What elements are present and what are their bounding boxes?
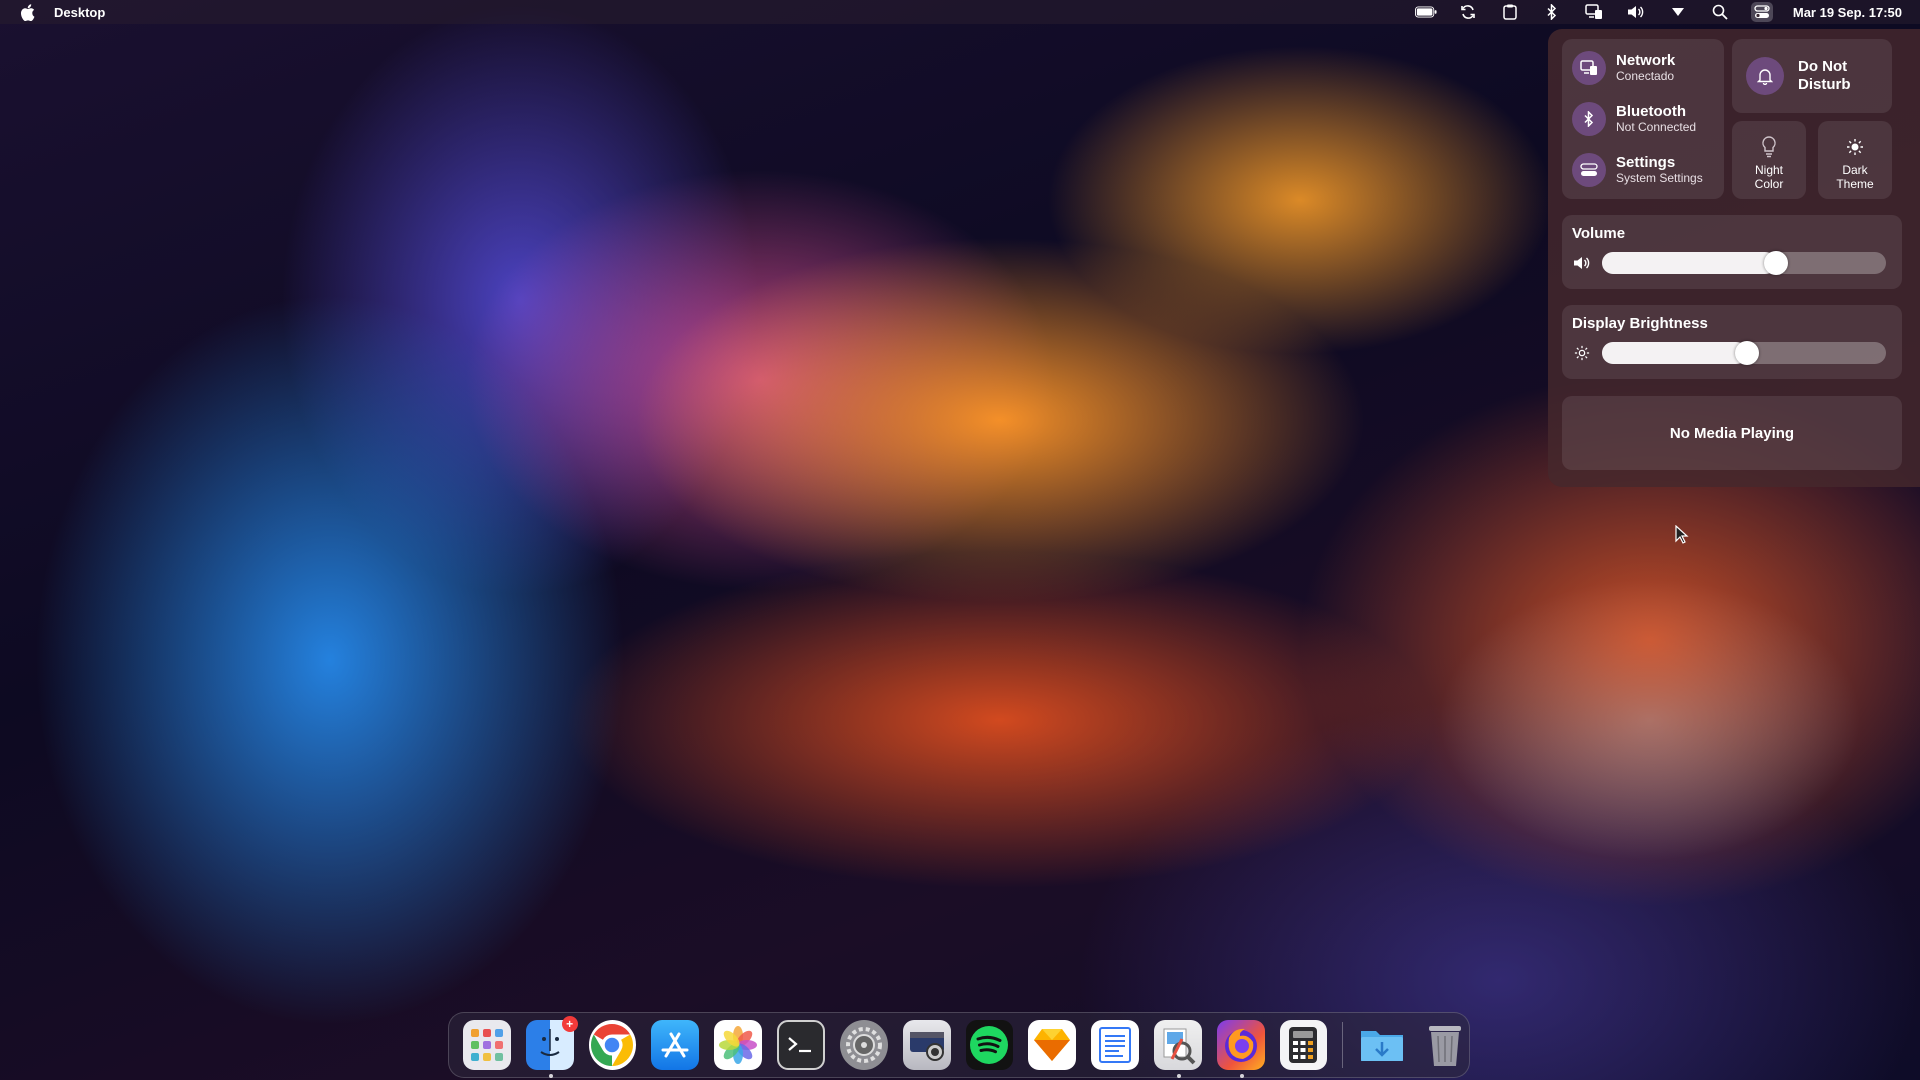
dock-firefox[interactable] [1216, 1020, 1265, 1078]
network-toggle[interactable]: Network Conectado [1572, 51, 1675, 85]
dock-photos[interactable] [714, 1020, 762, 1070]
media-card[interactable]: No Media Playing [1562, 396, 1902, 470]
photos-icon [719, 1026, 758, 1064]
bluetooth-toggle[interactable]: Bluetooth Not Connected [1572, 102, 1696, 136]
trash-icon [1428, 1026, 1461, 1066]
dock-finder[interactable]: + [525, 1016, 578, 1078]
calculator-icon [1289, 1027, 1318, 1063]
clipboard-icon[interactable] [1499, 2, 1521, 22]
dock-spotify[interactable] [965, 1020, 1014, 1070]
settings-toggle-icon [1572, 153, 1606, 187]
finder-badge: + [561, 1016, 578, 1032]
gear-icon [845, 1027, 882, 1063]
volume-icon[interactable] [1625, 2, 1647, 22]
settings-toggle[interactable]: Settings System Settings [1572, 153, 1703, 187]
preview-icon [1163, 1028, 1196, 1065]
brightness-slider-fill [1602, 342, 1747, 364]
dock: + [448, 1012, 1470, 1078]
brightness-slider[interactable] [1602, 341, 1886, 365]
camera-icon [909, 1032, 944, 1061]
active-app-name[interactable]: Desktop [54, 5, 105, 20]
diamond-icon [1034, 1029, 1071, 1061]
dock-textedit[interactable] [1091, 1020, 1139, 1070]
battery-icon[interactable] [1414, 2, 1437, 22]
network-title: Network [1616, 52, 1676, 69]
dock-launchpad[interactable] [463, 1020, 511, 1070]
running-indicator [1239, 1074, 1244, 1078]
sync-icon[interactable] [1457, 2, 1479, 22]
apple-menu-icon[interactable] [20, 3, 36, 21]
launchpad-icon [470, 1029, 503, 1061]
menubar-clock[interactable]: Mar 19 Sep. 17:50 [1793, 5, 1902, 20]
dock-calculator[interactable] [1279, 1020, 1328, 1070]
bluetooth-icon[interactable] [1541, 2, 1563, 22]
network-status: Conectado [1616, 69, 1675, 83]
volume-slider[interactable] [1602, 251, 1886, 275]
dock-preview[interactable] [1153, 1020, 1202, 1078]
bluetooth-icon [1572, 102, 1606, 136]
connectivity-card: Network Conectado Bluetooth Not Connecte… [1562, 39, 1724, 199]
brightness-icon [1846, 135, 1864, 159]
sun-icon[interactable] [1572, 343, 1592, 363]
finder-icon [540, 1029, 560, 1056]
dock-separator [1342, 1022, 1344, 1068]
dock-app-store[interactable] [651, 1020, 700, 1070]
dock-chrome[interactable] [588, 1020, 637, 1070]
bluetooth-status: Not Connected [1616, 120, 1697, 134]
running-indicator [1176, 1074, 1181, 1078]
dock-screenshot[interactable] [902, 1020, 951, 1070]
control-center-icon[interactable] [1750, 2, 1773, 22]
volume-icon[interactable] [1572, 253, 1592, 273]
do-not-disturb-button[interactable]: Do Not Disturb [1732, 39, 1892, 113]
settings-subtitle: System Settings [1616, 171, 1703, 185]
dnd-label: Do Not Disturb [1798, 58, 1851, 93]
dropdown-triangle-icon[interactable] [1667, 2, 1689, 22]
dock-terminal[interactable] [776, 1020, 825, 1070]
bluetooth-title: Bluetooth [1616, 103, 1686, 120]
running-indicator [548, 1074, 553, 1078]
bell-icon [1746, 57, 1784, 95]
dock-trash[interactable] [1421, 1020, 1469, 1070]
lightbulb-icon [1761, 135, 1777, 159]
volume-label: Volume [1572, 225, 1626, 242]
firefox-icon [1224, 1028, 1257, 1062]
menu-bar: Desktop Mar 19 Sep. 17:50 [0, 0, 1920, 24]
volume-card: Volume [1562, 215, 1902, 289]
mouse-cursor-icon [1675, 525, 1689, 544]
search-icon[interactable] [1709, 2, 1731, 22]
night-color-label: Night Color [1754, 163, 1784, 191]
chrome-icon [591, 1024, 634, 1066]
brightness-slider-knob[interactable] [1735, 341, 1759, 365]
spotify-icon [970, 1026, 1009, 1064]
network-icon [1572, 51, 1606, 85]
display-icon[interactable] [1583, 2, 1605, 22]
terminal-icon [788, 1037, 811, 1053]
night-color-button[interactable]: Night Color [1732, 121, 1806, 199]
control-center-panel: Network Conectado Bluetooth Not Connecte… [1548, 29, 1920, 487]
dock-sketch[interactable] [1028, 1020, 1077, 1070]
app-store-icon [661, 1032, 689, 1058]
document-icon [1099, 1027, 1132, 1063]
settings-title: Settings [1616, 154, 1676, 171]
dark-theme-button[interactable]: Dark Theme [1818, 121, 1892, 199]
brightness-label: Display Brightness [1572, 315, 1708, 332]
dock-downloads[interactable] [1358, 1020, 1406, 1070]
media-status: No Media Playing [1669, 424, 1795, 442]
downloads-folder-icon [1361, 1031, 1404, 1061]
brightness-card: Display Brightness [1562, 305, 1902, 379]
volume-slider-fill [1602, 252, 1776, 274]
dock-system-settings[interactable] [839, 1020, 888, 1070]
volume-slider-knob[interactable] [1764, 251, 1788, 275]
dark-theme-label: Dark Theme [1836, 163, 1874, 191]
